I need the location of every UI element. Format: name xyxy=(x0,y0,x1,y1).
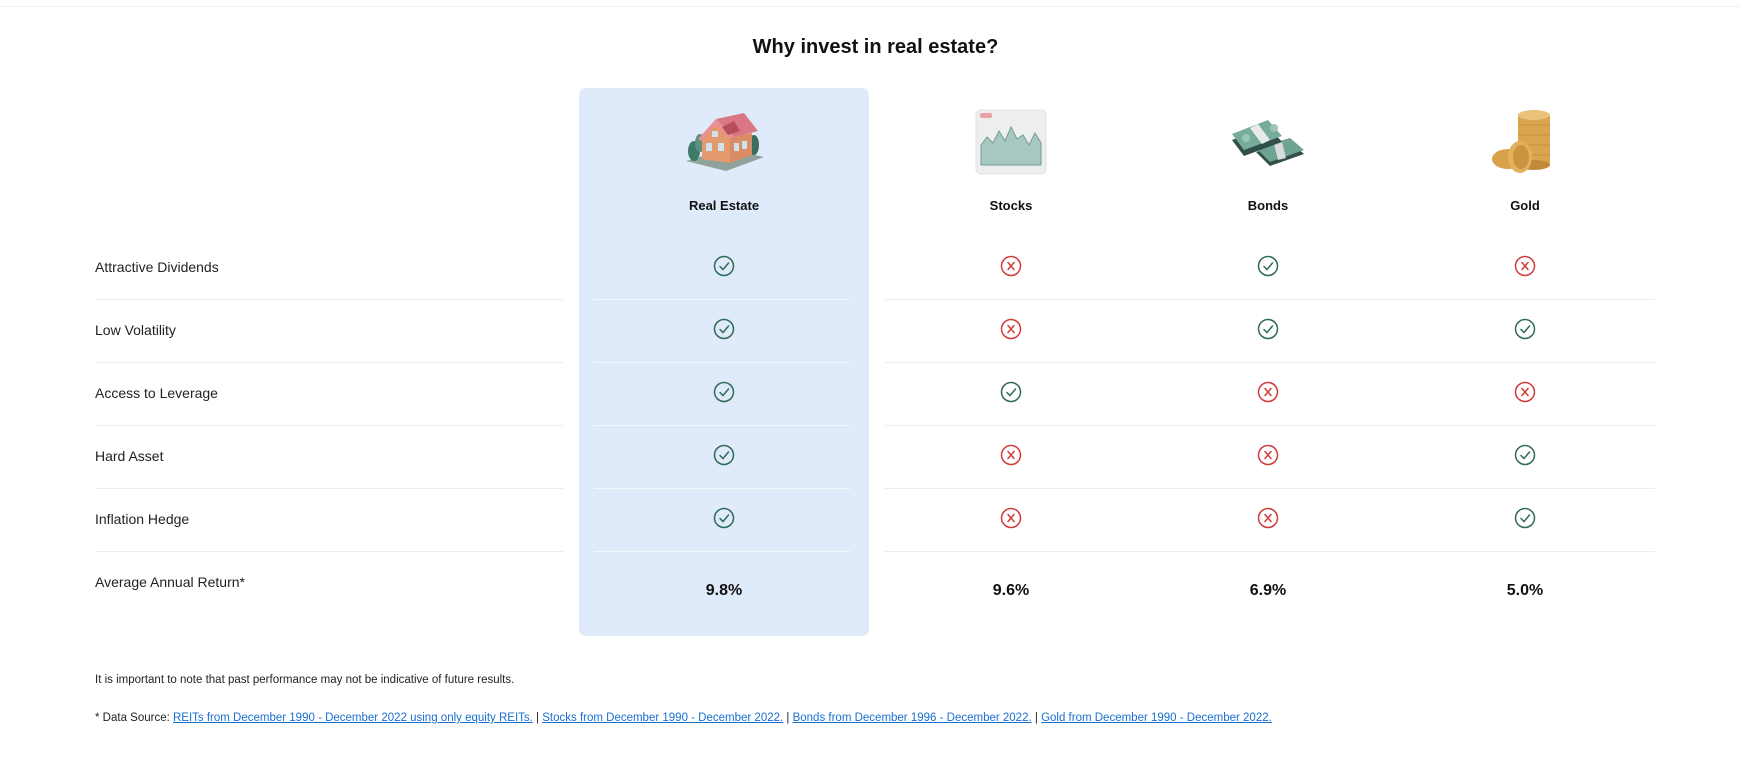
source-separator: | xyxy=(532,712,543,724)
column-header-gold: Gold xyxy=(1380,100,1670,213)
x-circle-icon xyxy=(1514,381,1536,403)
check-circle-icon xyxy=(1514,507,1536,529)
check-circle-icon xyxy=(1514,444,1536,466)
row-label-access-to-leverage: Access to Leverage xyxy=(95,385,218,401)
check-circle-icon xyxy=(713,255,735,277)
row-label-hard-asset: Hard Asset xyxy=(95,448,164,464)
house-icon xyxy=(686,113,764,171)
check-circle-icon xyxy=(713,507,735,529)
column-header-bonds: Bonds xyxy=(1123,100,1413,213)
check-circle-icon xyxy=(713,444,735,466)
section-title: Why invest in real estate? xyxy=(752,36,999,58)
row-divider xyxy=(95,362,563,363)
row-divider xyxy=(885,488,1655,489)
row-divider xyxy=(885,362,1655,363)
return-value-bonds: 6.9% xyxy=(1249,582,1287,599)
row-divider xyxy=(885,425,1655,426)
return-value-stocks: 9.6% xyxy=(992,582,1030,599)
source-link-gold[interactable]: Gold from December 1990 - December 2022. xyxy=(1041,712,1272,724)
top-divider xyxy=(0,6,1740,7)
row-label-inflation-hedge: Inflation Hedge xyxy=(95,511,190,527)
return-value-gold: 5.0% xyxy=(1506,582,1544,599)
row-divider xyxy=(594,362,850,363)
row-divider xyxy=(594,299,850,300)
row-label-average-annual-return: Average Annual Return* xyxy=(95,574,245,590)
x-circle-icon xyxy=(1000,318,1022,340)
x-circle-icon xyxy=(1257,507,1279,529)
check-circle-icon xyxy=(1257,318,1279,340)
gold-coins-icon xyxy=(1492,110,1550,173)
x-circle-icon xyxy=(1514,255,1536,277)
column-label: Real Estate xyxy=(688,198,760,213)
check-circle-icon xyxy=(1514,318,1536,340)
source-separator: | xyxy=(1031,712,1042,724)
stock-chart-icon xyxy=(975,109,1047,175)
row-divider xyxy=(885,299,1655,300)
data-source-prefix: * Data Source: xyxy=(95,712,173,724)
source-separator: | xyxy=(783,712,793,724)
column-header-real-estate: Real Estate xyxy=(579,100,869,213)
data-sources: * Data Source: REITs from December 1990 … xyxy=(95,712,1272,724)
x-circle-icon xyxy=(1000,444,1022,466)
column-header-stocks: Stocks xyxy=(866,100,1156,213)
column-label: Bonds xyxy=(1247,198,1289,213)
check-circle-icon xyxy=(713,318,735,340)
source-link-stocks[interactable]: Stocks from December 1990 - December 202… xyxy=(542,712,783,724)
check-circle-icon xyxy=(1000,381,1022,403)
row-divider xyxy=(594,551,850,552)
row-divider xyxy=(95,488,563,489)
row-divider xyxy=(95,425,563,426)
column-label: Stocks xyxy=(989,198,1033,213)
x-circle-icon xyxy=(1000,255,1022,277)
source-link-bonds[interactable]: Bonds from December 1996 - December 2022… xyxy=(793,712,1032,724)
row-divider xyxy=(594,425,850,426)
source-link-reits[interactable]: REITs from December 1990 - December 2022… xyxy=(173,712,533,724)
row-divider xyxy=(95,299,563,300)
row-label-low-volatility: Low Volatility xyxy=(95,322,176,338)
row-divider xyxy=(594,488,850,489)
performance-disclaimer: It is important to note that past perfor… xyxy=(95,674,515,686)
row-label-attractive-dividends: Attractive Dividends xyxy=(95,259,219,275)
x-circle-icon xyxy=(1257,444,1279,466)
row-divider xyxy=(885,551,1655,552)
return-value-real-estate: 9.8% xyxy=(705,582,743,599)
row-divider xyxy=(95,551,563,552)
x-circle-icon xyxy=(1257,381,1279,403)
column-label: Gold xyxy=(1510,198,1540,213)
x-circle-icon xyxy=(1000,507,1022,529)
check-circle-icon xyxy=(713,381,735,403)
check-circle-icon xyxy=(1257,255,1279,277)
cash-stack-icon xyxy=(1232,120,1304,166)
